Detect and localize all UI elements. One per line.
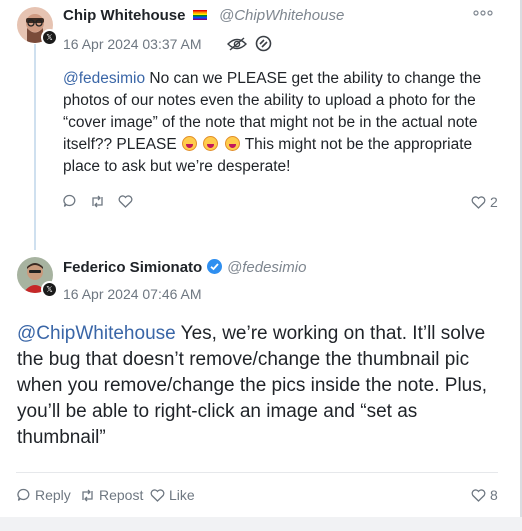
x-badge-icon: 𝕏 [41,281,58,298]
like-label: Like [169,487,195,503]
repost-label: Repost [99,487,144,503]
post-text: @fedesimio No can we PLEASE get the abil… [63,68,495,178]
x-badge-icon: 𝕏 [41,29,58,46]
mention-link[interactable]: @ChipWhitehouse [17,323,176,344]
repost-button[interactable]: Repost [80,487,143,503]
reply-button[interactable]: Reply [17,487,71,503]
repost-icon[interactable] [90,195,105,208]
reply-label: Reply [35,487,71,503]
bottom-bar [0,517,522,531]
weary-face-emoji [182,136,198,151]
like-count-label: 2 [490,194,498,210]
reply-like-count[interactable]: 8 [471,487,498,503]
post-timestamp[interactable]: 16 Apr 2024 03:37 AM [63,36,202,52]
mention-link[interactable]: @fedesimio [63,70,145,87]
reply-timestamp[interactable]: 16 Apr 2024 07:46 AM [63,286,202,302]
author-handle[interactable]: @ChipWhitehouse [219,7,344,24]
author-handle[interactable]: @fedesimio [227,259,306,276]
comment-icon[interactable] [63,194,77,208]
reply-text: @ChipWhitehouse Yes, we’re working on th… [17,321,487,451]
eye-icon [227,37,247,51]
thread-line [34,44,36,250]
like-button[interactable]: Like [150,487,195,503]
divider [16,472,498,473]
author-name[interactable]: Chip Whitehouse [63,7,207,24]
heart-icon[interactable] [118,195,133,208]
author-name[interactable]: Federico Simionato [63,259,202,276]
weary-face-emoji [224,136,240,151]
verified-badge-icon [207,259,222,274]
pride-flag-icon [192,10,207,20]
more-icon[interactable] [473,8,493,18]
post-like-count[interactable]: 2 [471,194,498,210]
app-icon [255,35,272,52]
like-count-label: 8 [490,487,498,503]
weary-face-emoji [203,136,219,151]
